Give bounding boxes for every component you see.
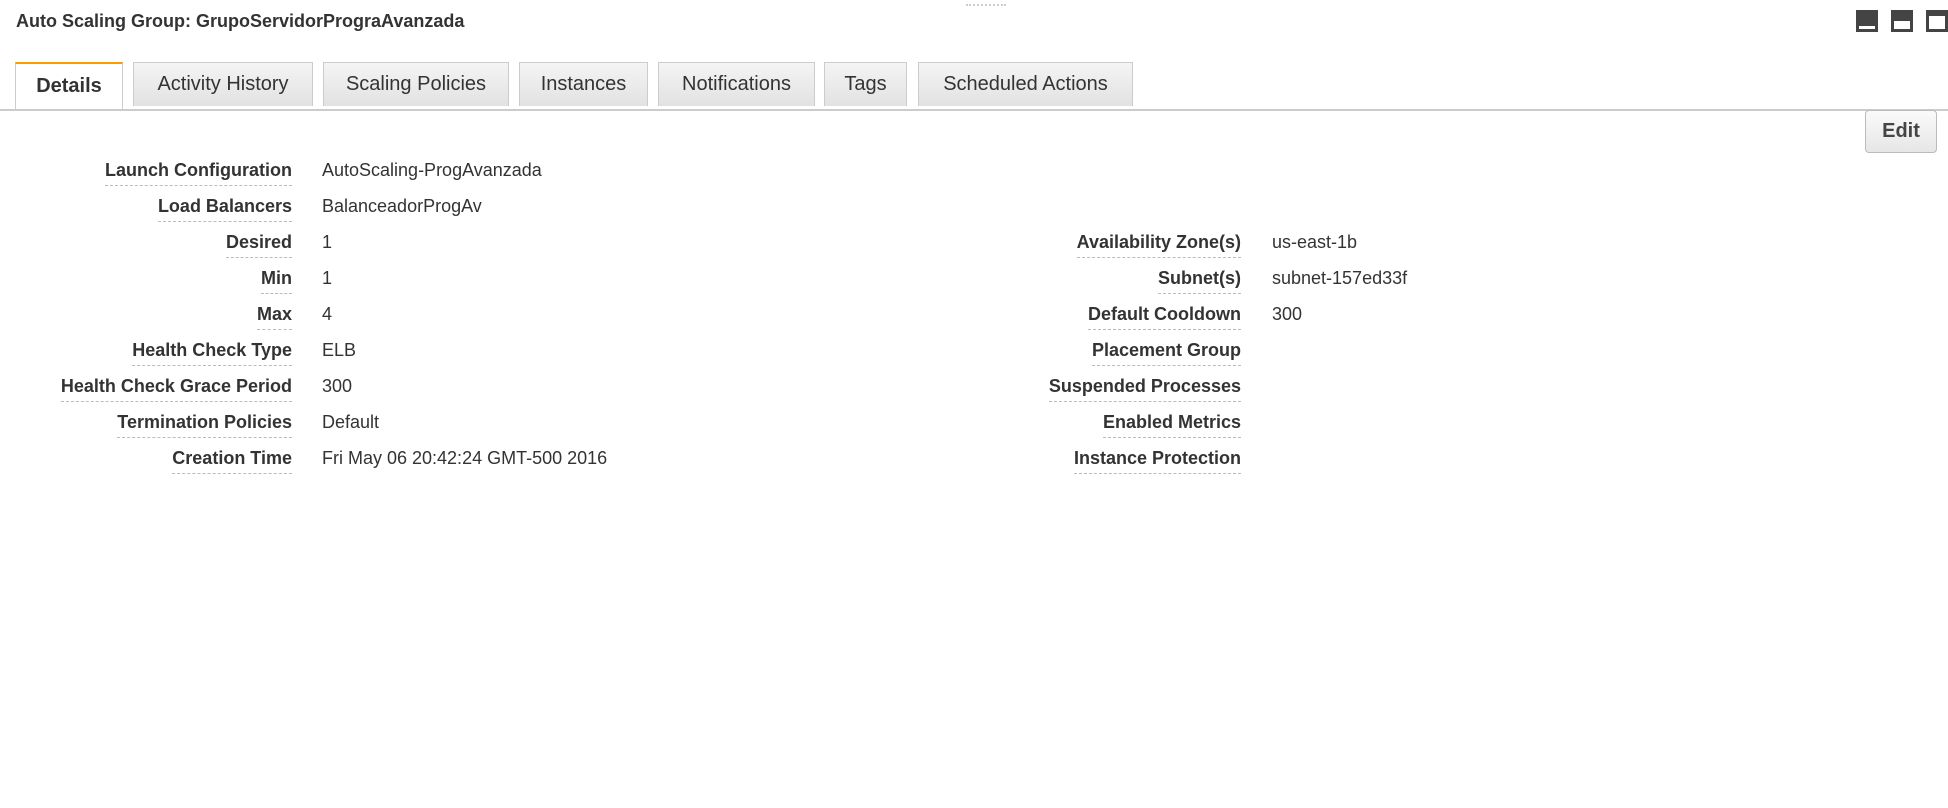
detail-row: Default Cooldown 300 xyxy=(0,304,1948,340)
detail-row: Launch Configuration AutoScaling-ProgAvan… xyxy=(0,160,1948,196)
maximize-bottom-icon[interactable] xyxy=(1856,10,1878,32)
page-title: Auto Scaling Group: GrupoServidorPrograA… xyxy=(16,11,465,31)
tab-tags[interactable]: Tags xyxy=(824,62,907,106)
field-label: Default Cooldown xyxy=(1088,304,1241,330)
field-label: Placement Group xyxy=(1091,340,1241,366)
tab-scheduled-actions[interactable]: Scheduled Actions xyxy=(918,62,1133,106)
tab-instances[interactable]: Instances xyxy=(519,62,648,106)
field-label: Subnet(s) xyxy=(1158,268,1241,294)
split-top-icon[interactable] xyxy=(1926,10,1948,32)
tab-notifications[interactable]: Notifications xyxy=(658,62,815,106)
field-value: us-east-1b xyxy=(1272,232,1358,252)
detail-row: Enabled Metrics xyxy=(0,412,1948,448)
edit-button[interactable]: Edit xyxy=(1865,110,1937,153)
detail-row: Placement Group xyxy=(0,340,1948,376)
field-label: Load Balancers xyxy=(157,196,292,222)
field-label: Launch Configuration xyxy=(105,160,292,186)
tab-scaling-policies[interactable]: Scaling Policies xyxy=(323,62,509,106)
detail-row: Instance Protection xyxy=(0,448,1948,484)
detail-row: Load Balancers BalanceadorProgAv xyxy=(0,196,1948,232)
detail-row: Availability Zone(s) us-east-1b xyxy=(0,232,1948,268)
field-value: AutoScaling-ProgAvanzada xyxy=(322,160,542,180)
tab-bar: Details Activity History Scaling Policie… xyxy=(0,62,1948,111)
detail-row: Subnet(s) subnet-157ed33f xyxy=(0,268,1948,304)
field-label: Enabled Metrics xyxy=(1102,412,1241,438)
tab-activity-history[interactable]: Activity History xyxy=(133,62,313,106)
field-label: Instance Protection xyxy=(1073,448,1241,474)
split-bottom-icon[interactable] xyxy=(1891,10,1913,32)
field-value: subnet-157ed33f xyxy=(1272,268,1408,288)
field-label: Suspended Processes xyxy=(1048,376,1241,402)
field-value: 300 xyxy=(1272,304,1303,324)
field-value: BalanceadorProgAv xyxy=(322,196,482,216)
field-label: Availability Zone(s) xyxy=(1076,232,1241,258)
detail-row: Suspended Processes xyxy=(0,376,1948,412)
tab-details[interactable]: Details xyxy=(15,62,123,109)
resize-grip[interactable] xyxy=(966,0,1006,6)
panel-layout-controls xyxy=(1856,10,1948,32)
